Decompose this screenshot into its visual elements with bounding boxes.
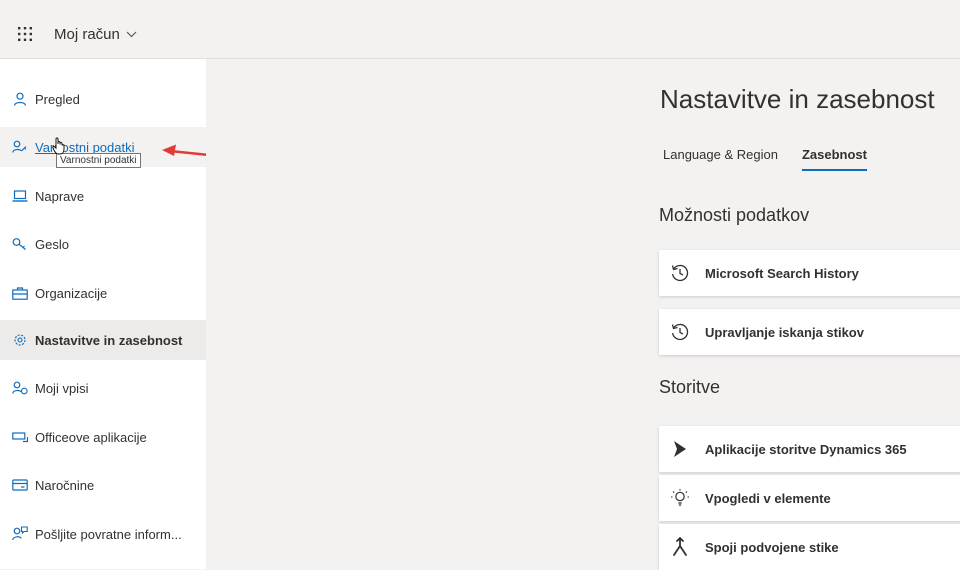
tab-language-region[interactable]: Language & Region (663, 147, 778, 171)
sidebar-item-overview[interactable]: Pregled (0, 79, 206, 119)
card-label: Upravljanje iskanja stikov (705, 324, 864, 340)
app-launcher-button[interactable] (18, 27, 48, 41)
history-icon (669, 262, 691, 284)
services-heading: Storitve (659, 377, 721, 397)
sidebar-item-subscriptions[interactable]: Naročnine (0, 465, 206, 505)
tab-bar: Language & Region Zasebnost (663, 147, 891, 171)
data-options-heading: Možnosti podatkov (659, 205, 810, 225)
dynamics-icon (669, 438, 691, 460)
sidebar-item-label: Pošljite povratne inform... (35, 526, 182, 542)
app-title: Moj račun (54, 25, 120, 43)
sidebar-item-organizations[interactable]: Organizacije (0, 273, 206, 313)
sidebar: Pregled Varnostni podatki Naprave Geslo … (0, 59, 206, 569)
card-icon (12, 477, 28, 493)
tooltip: Varnostni podatki (56, 153, 141, 168)
person-key-icon (12, 139, 28, 155)
sidebar-item-office-apps[interactable]: Officeove aplikacije (0, 417, 206, 457)
sidebar-item-label: Organizacije (35, 285, 108, 301)
main-content: Nastavitve in zasebnost Language & Regio… (206, 59, 960, 570)
dynamics-card[interactable]: Aplikacije storitve Dynamics 365 (659, 426, 960, 472)
chevron-down-icon (126, 31, 137, 37)
sidebar-item-devices[interactable]: Naprave (0, 176, 206, 216)
hand-cursor-icon (52, 137, 65, 155)
page-title: Nastavitve in zasebnost (660, 84, 935, 114)
office-apps-icon (12, 429, 28, 445)
briefcase-icon (12, 285, 28, 301)
sidebar-item-label: Moji vpisi (35, 380, 89, 396)
search-history-card[interactable]: Microsoft Search History (659, 250, 960, 296)
key-icon (12, 236, 28, 252)
feedback-icon (12, 526, 28, 542)
merge-duplicates-card[interactable]: Spoji podvojene stike (659, 524, 960, 570)
sidebar-item-label: Pregled (35, 91, 80, 107)
sidebar-item-settings-privacy[interactable]: Nastavitve in zasebnost (0, 320, 206, 360)
contact-search-card[interactable]: Upravljanje iskanja stikov (659, 309, 960, 355)
sidebar-item-label: Officeove aplikacije (35, 429, 147, 445)
sidebar-item-label: Naprave (35, 188, 85, 204)
card-label: Spoji podvojene stike (705, 539, 839, 555)
sidebar-item-label: Nastavitve in zasebnost (35, 332, 183, 348)
history-icon (669, 321, 691, 343)
merge-icon (669, 536, 691, 558)
sidebar-item-my-signins[interactable]: Moji vpisi (0, 368, 206, 408)
waffle-icon (18, 27, 32, 41)
top-bar: Moj račun (0, 10, 960, 59)
sidebar-item-label: Geslo (35, 236, 69, 252)
card-label: Aplikacije storitve Dynamics 365 (705, 441, 907, 457)
item-insights-card[interactable]: Vpogledi v elemente (659, 475, 960, 521)
gear-icon (12, 332, 28, 348)
lightbulb-icon (669, 487, 691, 509)
tab-privacy[interactable]: Zasebnost (801, 147, 867, 171)
person-sync-icon (12, 380, 28, 396)
laptop-icon (12, 188, 28, 204)
sidebar-item-password[interactable]: Geslo (0, 224, 206, 264)
person-icon (12, 91, 28, 107)
sidebar-item-label: Naročnine (35, 477, 95, 493)
card-label: Microsoft Search History (705, 265, 859, 281)
sidebar-item-feedback[interactable]: Pošljite povratne inform... (0, 514, 206, 554)
card-label: Vpogledi v elemente (705, 490, 831, 506)
account-menu[interactable]: Moj račun (54, 26, 137, 43)
